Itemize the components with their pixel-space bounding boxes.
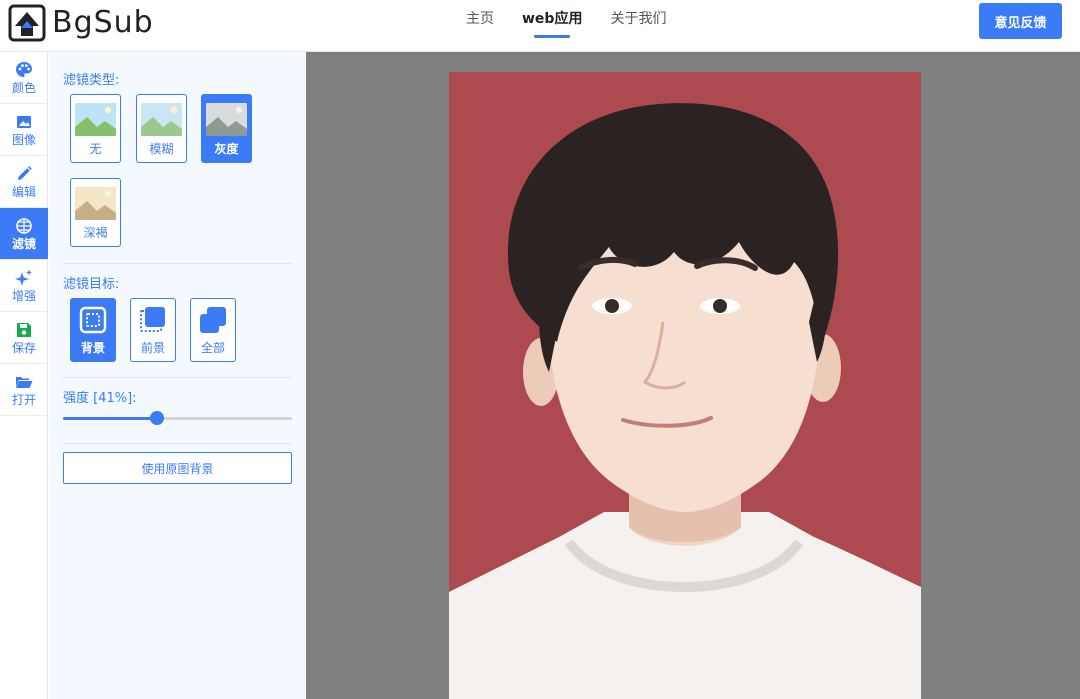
- save-icon: [17, 322, 31, 337]
- rail-item-label: 图像: [11, 132, 36, 147]
- tile-label: 无: [89, 142, 102, 156]
- portrait-photo: [449, 72, 921, 699]
- nav-web-app[interactable]: web应用: [522, 10, 582, 38]
- slider-handle[interactable]: [149, 411, 164, 425]
- target-label: 背景: [80, 341, 105, 355]
- use-original-background-button[interactable]: 使用原图背景: [63, 452, 292, 484]
- rail-item-filter[interactable]: 滤镜: [0, 208, 48, 260]
- image-icon: [17, 115, 31, 128]
- sparkle-icon: [15, 269, 32, 286]
- all-target-icon: [200, 307, 226, 333]
- rail-item-label: 打开: [11, 392, 36, 407]
- image-canvas[interactable]: [306, 52, 1080, 699]
- tool-rail: 颜色 图像 编辑 滤镜 增强 保存 打开: [0, 52, 48, 699]
- portrait-illustration: [449, 103, 921, 699]
- rail-item-image[interactable]: 图像: [0, 104, 48, 156]
- target-background-button[interactable]: 背景: [70, 298, 116, 362]
- pencil-icon: [18, 165, 32, 180]
- rail-item-color[interactable]: 颜色: [0, 52, 48, 104]
- slider-fill: [63, 417, 157, 420]
- target-foreground-button[interactable]: 前景: [130, 298, 176, 362]
- rail-item-open[interactable]: 打开: [0, 364, 48, 416]
- rail-item-save[interactable]: 保存: [0, 312, 48, 364]
- tile-label: 模糊: [149, 142, 174, 156]
- top-nav: 主页 web应用 关于我们: [466, 10, 694, 38]
- foreground-target-icon: [140, 307, 165, 332]
- filter-panel: 滤镜类型: 无 模糊 灰度 深褐 滤镜目标: 背景 前景 全部 强度 [41%]…: [49, 52, 306, 699]
- filter-icon: [16, 217, 32, 234]
- background-target-icon: [79, 306, 107, 334]
- rail-item-label: 颜色: [11, 80, 36, 95]
- landscape-thumbnail-icon: [141, 103, 182, 136]
- section-divider: [63, 443, 292, 444]
- landscape-thumbnail-icon: [206, 103, 247, 136]
- target-all-button[interactable]: 全部: [190, 298, 236, 362]
- tile-label: 灰度: [214, 142, 239, 156]
- intensity-label: 强度 [41%]:: [63, 391, 137, 406]
- filter-type-title: 滤镜类型:: [63, 73, 120, 88]
- app-header: BgSub 主页 web应用 关于我们 意见反馈: [0, 0, 1080, 52]
- rail-item-label: 编辑: [11, 184, 36, 199]
- filter-blur-button[interactable]: 模糊: [136, 94, 187, 163]
- section-divider: [63, 377, 292, 378]
- logo-icon: [8, 4, 46, 42]
- rail-item-enhance[interactable]: 增强: [0, 260, 48, 312]
- palette-icon: [16, 61, 32, 77]
- nav-about[interactable]: 关于我们: [610, 10, 666, 34]
- rail-item-label: 保存: [11, 340, 36, 355]
- logo-text: BgSub: [52, 5, 154, 40]
- rail-item-edit[interactable]: 编辑: [0, 156, 48, 208]
- section-divider: [63, 263, 292, 264]
- filter-target-title: 滤镜目标:: [63, 277, 120, 292]
- target-label: 前景: [140, 341, 165, 355]
- logo[interactable]: BgSub: [8, 4, 154, 42]
- target-label: 全部: [200, 341, 225, 355]
- rail-item-label: 增强: [11, 288, 36, 303]
- filter-grayscale-button[interactable]: 灰度: [201, 94, 252, 163]
- filter-sepia-button[interactable]: 深褐: [70, 178, 121, 247]
- landscape-thumbnail-icon: [75, 187, 116, 220]
- folder-open-icon: [16, 376, 33, 388]
- landscape-thumbnail-icon: [75, 103, 116, 136]
- feedback-button[interactable]: 意见反馈: [979, 3, 1062, 39]
- rail-item-label: 滤镜: [11, 236, 36, 251]
- intensity-slider[interactable]: [63, 411, 292, 425]
- filter-none-button[interactable]: 无: [70, 94, 121, 163]
- tile-label: 深褐: [83, 226, 108, 240]
- nav-home[interactable]: 主页: [466, 10, 494, 34]
